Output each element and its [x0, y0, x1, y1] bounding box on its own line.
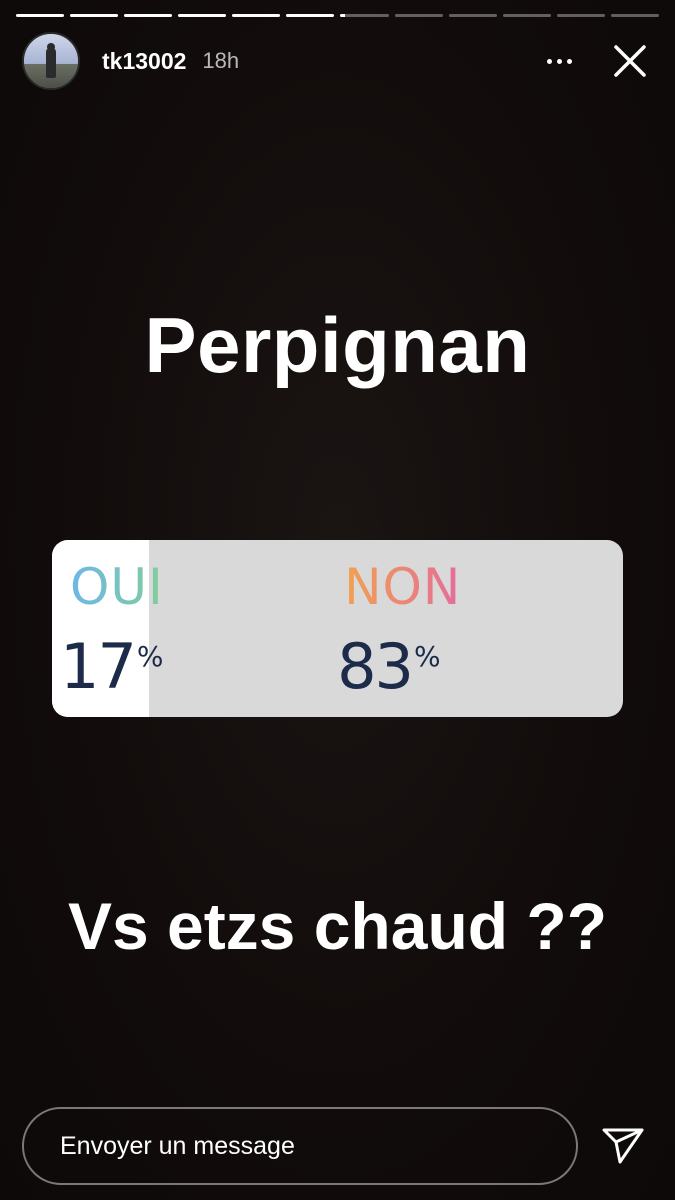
story-view: tk13002 18h Perpignan OUI 17% NON 83% Vs…: [0, 0, 675, 1200]
story-progress-bar: [16, 14, 659, 17]
progress-segment: [502, 14, 551, 17]
progress-segment: [178, 14, 227, 17]
story-header: tk13002 18h: [22, 30, 657, 92]
progress-segment: [124, 14, 173, 17]
progress-segment: [286, 14, 335, 17]
more-options-button[interactable]: [539, 48, 579, 74]
progress-segment: [16, 14, 65, 17]
poll-sticker: OUI 17% NON 83%: [52, 540, 623, 717]
poll-option-oui[interactable]: OUI 17%: [52, 540, 164, 717]
progress-segment: [70, 14, 119, 17]
poll-option-percent: 17%: [60, 630, 164, 703]
progress-segment: [394, 14, 443, 17]
progress-segment: [232, 14, 281, 17]
message-input[interactable]: [22, 1107, 578, 1185]
progress-segment: [556, 14, 605, 17]
close-button[interactable]: [607, 38, 653, 84]
progress-segment: [340, 14, 389, 17]
poll-option-non[interactable]: NON 83%: [149, 540, 623, 717]
username[interactable]: tk13002: [102, 48, 186, 75]
more-dots-icon: [546, 58, 552, 64]
timestamp: 18h: [202, 48, 240, 73]
send-button[interactable]: [596, 1118, 650, 1172]
progress-segment: [610, 14, 659, 17]
close-icon: [614, 45, 646, 77]
story-question: Vs etzs chaud ??: [67, 889, 608, 963]
poll-option-percent: 83%: [337, 630, 441, 703]
progress-segment: [448, 14, 497, 17]
send-icon: [602, 1128, 644, 1164]
poll-option-label: NON: [344, 558, 462, 616]
story-title: Perpignan: [144, 301, 531, 389]
avatar[interactable]: [22, 32, 80, 90]
